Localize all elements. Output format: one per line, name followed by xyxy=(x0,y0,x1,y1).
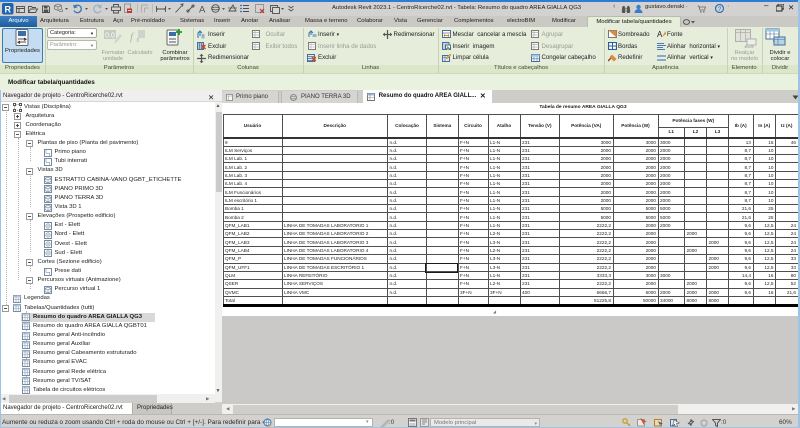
svg-text:f: f xyxy=(130,31,135,43)
svg-text:R: R xyxy=(5,4,12,14)
svg-text:0.0: 0.0 xyxy=(105,32,115,39)
svg-text:A: A xyxy=(657,30,663,38)
svg-text:A: A xyxy=(199,5,206,16)
svg-text:?: ? xyxy=(718,6,722,13)
